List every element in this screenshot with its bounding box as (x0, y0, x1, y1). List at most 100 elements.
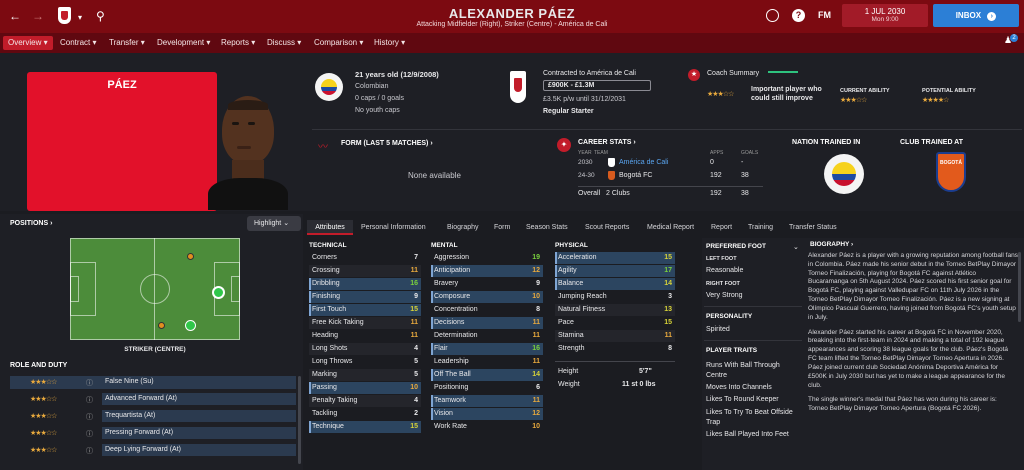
nav-discuss[interactable]: Discuss ▾ (262, 36, 306, 50)
attribute-row[interactable]: Stamina 11 (555, 330, 675, 342)
tab-transfer-status[interactable]: Transfer Status (789, 220, 837, 235)
tab-training[interactable]: Training (748, 220, 773, 235)
help-icon[interactable]: ? (792, 9, 805, 22)
divider (704, 340, 802, 341)
attribute-row[interactable]: Strength 8 (555, 343, 675, 355)
attribute-row[interactable]: Positioning 6 (431, 382, 543, 394)
attribute-row[interactable]: Vision 12 (431, 408, 543, 420)
career-title[interactable]: CAREER STATS › (578, 139, 636, 146)
notification-badge: 2 (1010, 34, 1018, 42)
biography-title[interactable]: BIOGRAPHY › (810, 241, 853, 248)
america-de-cali-crest-icon[interactable] (510, 71, 526, 103)
attribute-row[interactable]: Tackling 2 (309, 408, 421, 420)
attribute-row[interactable]: Off The Ball 14 (431, 369, 543, 381)
nav-comparison[interactable]: Comparison ▾ (309, 36, 368, 50)
role-scrollbar[interactable] (298, 376, 301, 464)
attribute-row[interactable]: Determination 11 (431, 330, 543, 342)
role-row[interactable]: ★★★☆☆ ⓘ Trequartista (At) (10, 410, 296, 423)
nav-overview[interactable]: Overview ▾ (3, 36, 53, 50)
bio-paragraph: Alexander Páez is a player with a growin… (808, 252, 1018, 321)
role-row[interactable]: ★★★☆☆ ⓘ Deep Lying Forward (At) (10, 444, 296, 457)
career-header-team: TEAM (594, 150, 608, 156)
info-icon[interactable]: ⓘ (86, 429, 93, 439)
trait-item: Moves Into Channels (706, 384, 772, 392)
tab-bar: Attributes Personal Information Biograph… (307, 220, 1007, 235)
nav-transfer[interactable]: Transfer ▾ (104, 36, 150, 50)
nav-contract[interactable]: Contract ▾ (55, 36, 101, 50)
attribute-row[interactable]: Dribbling 16 (309, 278, 421, 290)
attribute-row[interactable]: Free Kick Taking 11 (309, 317, 421, 329)
attribute-row[interactable]: Agility 17 (555, 265, 675, 277)
attribute-row[interactable]: Work Rate 10 (431, 421, 543, 433)
attribute-row[interactable]: Corners 7 (309, 252, 421, 264)
career-goals-1: - (741, 159, 744, 166)
attribute-row[interactable]: Heading 11 (309, 330, 421, 342)
tab-form[interactable]: Form (494, 220, 510, 235)
bio-scrollbar[interactable] (1018, 252, 1021, 322)
fm-menu-button[interactable]: FM (818, 10, 831, 20)
attribute-row[interactable]: Acceleration 15 (555, 252, 675, 264)
attribute-row[interactable]: Jumping Reach 3 (555, 291, 675, 303)
nav-history[interactable]: History ▾ (369, 36, 410, 50)
nav-development[interactable]: Development ▾ (152, 36, 215, 50)
tab-medical-report[interactable]: Medical Report (647, 220, 694, 235)
form-title[interactable]: FORM (LAST 5 MATCHES) › (341, 140, 433, 147)
current-ability-stars: ★★★☆☆ (840, 97, 867, 104)
attribute-row[interactable]: Passing 10 (309, 382, 421, 394)
nation-flag-icon[interactable] (315, 73, 343, 101)
attribute-row[interactable]: Flair 16 (431, 343, 543, 355)
attribute-row[interactable]: Bravery 9 (431, 278, 543, 290)
role-row[interactable]: ★★★☆☆ ⓘ Advanced Forward (At) (10, 393, 296, 406)
attribute-row[interactable]: Balance 14 (555, 278, 675, 290)
career-total-label: Overall (578, 190, 601, 197)
nav-reports[interactable]: Reports ▾ (216, 36, 260, 50)
info-icon[interactable]: ⓘ (86, 412, 93, 422)
tab-season-stats[interactable]: Season Stats (526, 220, 568, 235)
attribute-row[interactable]: Finishing 9 (309, 291, 421, 303)
attribute-row[interactable]: Teamwork 11 (431, 395, 543, 407)
player-portrait (208, 92, 288, 210)
attribute-row[interactable]: Long Throws 5 (309, 356, 421, 368)
physical-divider (555, 361, 675, 362)
tab-report[interactable]: Report (711, 220, 732, 235)
player-value[interactable]: £900K - £1.3M (543, 80, 651, 91)
attribute-row[interactable]: Anticipation 12 (431, 265, 543, 277)
tab-biography[interactable]: Biography (447, 220, 479, 235)
attribute-row[interactable]: Decisions 11 (431, 317, 543, 329)
attribute-row[interactable]: Concentration 8 (431, 304, 543, 316)
attribute-row[interactable]: Pace 15 (555, 317, 675, 329)
inbox-button[interactable]: INBOX › (933, 4, 1019, 27)
info-icon[interactable]: ⓘ (86, 395, 93, 405)
info-icon[interactable]: ⓘ (86, 446, 93, 456)
tab-personal-information[interactable]: Personal Information (361, 220, 426, 235)
attribute-row[interactable]: Natural Fitness 13 (555, 304, 675, 316)
tab-scout-reports[interactable]: Scout Reports (585, 220, 629, 235)
role-row[interactable]: ★★★☆☆ ⓘ Pressing Forward (At) (10, 427, 296, 440)
attribute-row[interactable]: First Touch 15 (309, 304, 421, 316)
info-icon[interactable]: ⓘ (86, 378, 93, 388)
squad-status: Regular Starter (543, 108, 594, 115)
attribute-row[interactable]: Long Shots 4 (309, 343, 421, 355)
attribute-row[interactable]: Leadership 11 (431, 356, 543, 368)
attribute-row[interactable]: Aggression 19 (431, 252, 543, 264)
attribute-row[interactable]: Marking 5 (309, 369, 421, 381)
social-feed-icon[interactable] (766, 9, 779, 22)
positions-title[interactable]: POSITIONS › (10, 220, 52, 227)
bio-paragraph: Alexander Páez started his career at Bog… (808, 328, 1008, 389)
career-team-2[interactable]: Bogotá FC (619, 172, 652, 179)
right-foot-value: Very Strong (706, 292, 743, 299)
coach-summary-text: Important player who could still improve (751, 86, 822, 103)
divider (312, 129, 1022, 130)
weight-label: Weight (558, 381, 580, 388)
attribute-row[interactable]: Technique 15 (309, 421, 421, 433)
technical-title: TECHNICAL (309, 242, 347, 249)
role-row[interactable]: ★★★☆☆ ⓘ False Nine (Su) (10, 376, 296, 389)
career-team-1[interactable]: América de Cali (619, 159, 668, 166)
highlight-dropdown[interactable]: Highlight ⌄ (247, 216, 301, 231)
chevron-down-icon[interactable]: ⌄ (793, 243, 799, 251)
date-box[interactable]: 1 JUL 2030 Mon 9:00 (842, 4, 928, 27)
attribute-row[interactable]: Penalty Taking 4 (309, 395, 421, 407)
tab-attributes[interactable]: Attributes (307, 220, 353, 235)
attribute-row[interactable]: Crossing 11 (309, 265, 421, 277)
attribute-row[interactable]: Composure 10 (431, 291, 543, 303)
